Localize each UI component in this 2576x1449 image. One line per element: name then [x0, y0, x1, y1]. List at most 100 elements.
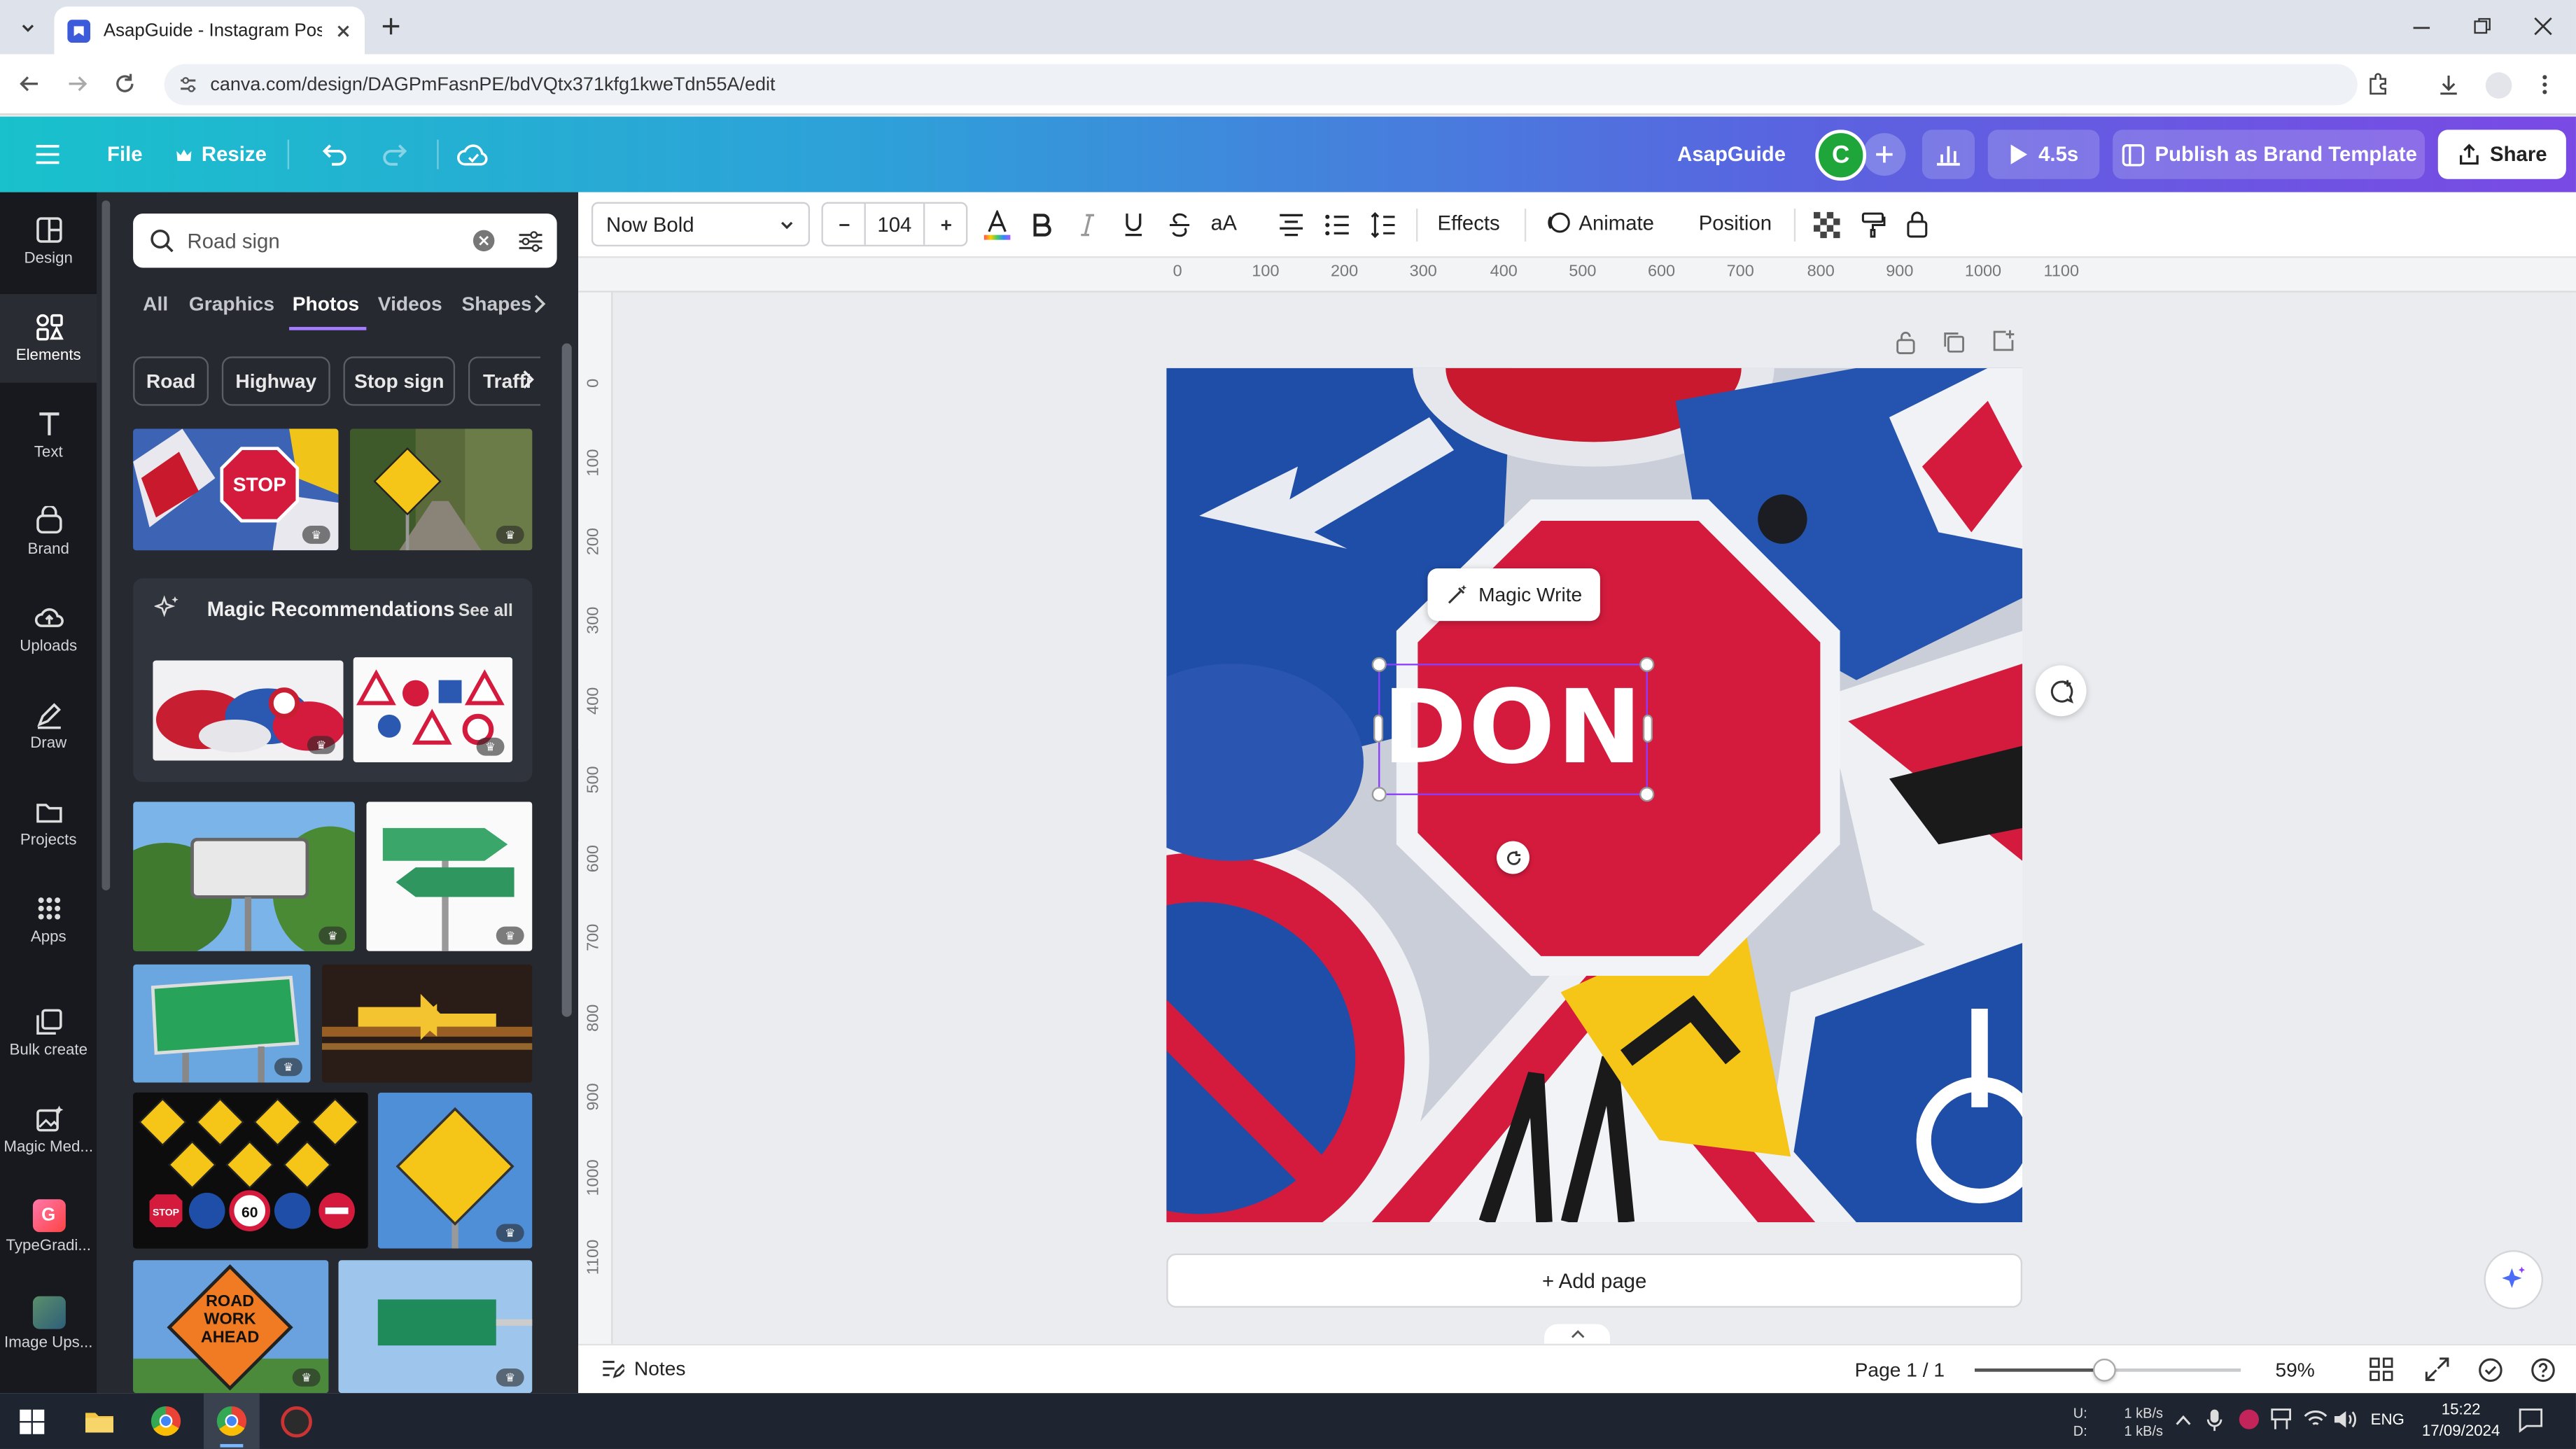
- photo-traffic-sign-set[interactable]: STOP 60: [133, 1092, 368, 1249]
- chevron-right-icon[interactable]: [532, 294, 547, 314]
- close-tab-icon[interactable]: [335, 22, 351, 38]
- chevron-right-icon[interactable]: [521, 370, 536, 389]
- rail-item-uploads[interactable]: Uploads: [0, 584, 97, 673]
- resize-handle[interactable]: [1371, 787, 1387, 802]
- rail-item-projects[interactable]: Projects: [0, 778, 97, 867]
- insights-button[interactable]: [1921, 130, 1975, 179]
- photo-green-sign-sky[interactable]: ♛: [338, 1260, 533, 1394]
- workspace-name[interactable]: AsapGuide: [1667, 130, 1795, 178]
- effects-button[interactable]: Effects: [1438, 212, 1500, 235]
- profile-avatar[interactable]: [2485, 72, 2512, 99]
- rail-item-apps[interactable]: Apps: [0, 876, 97, 965]
- windows-start-icon[interactable]: [20, 1409, 45, 1434]
- filter-tab-shapes[interactable]: Shapes: [461, 293, 531, 316]
- bold-icon[interactable]: [1032, 214, 1051, 237]
- photo-yellow-diamond-blank[interactable]: ♛: [377, 1092, 533, 1249]
- check-circle-icon[interactable]: [2477, 1357, 2504, 1384]
- scrollbar-thumb[interactable]: [561, 343, 572, 1017]
- restore-button[interactable]: [2472, 16, 2492, 36]
- photo-yellow-arrow-night[interactable]: [321, 964, 533, 1083]
- save-status-button[interactable]: [449, 130, 498, 178]
- side-handle[interactable]: [1642, 714, 1653, 743]
- lock-page-icon[interactable]: [1894, 330, 1917, 355]
- extensions-icon[interactable]: [2366, 72, 2390, 97]
- close-window-button[interactable]: [2533, 16, 2553, 36]
- resize-handle[interactable]: [1371, 657, 1387, 672]
- duplicate-page-icon[interactable]: [1942, 330, 1966, 355]
- minimize-button[interactable]: [2412, 18, 2431, 38]
- zoom-level[interactable]: 59%: [2275, 1359, 2314, 1382]
- font-size-stepper[interactable]: 104: [821, 202, 968, 247]
- wifi-icon[interactable]: [2303, 1410, 2328, 1429]
- underline-icon[interactable]: [1122, 212, 1145, 239]
- publish-brand-template-button[interactable]: Publish as Brand Template: [2113, 130, 2426, 179]
- rotate-handle[interactable]: [1497, 841, 1530, 874]
- animate-button[interactable]: Animate: [1546, 210, 1654, 234]
- clock[interactable]: 15:22 17/09/2024: [2421, 1400, 2500, 1443]
- chrome-active-taskbar-button[interactable]: [204, 1393, 260, 1449]
- avatar[interactable]: C: [1815, 130, 1867, 181]
- photo-stop-signs-pile[interactable]: STOP ♛: [133, 428, 339, 551]
- new-tab-button[interactable]: [379, 15, 402, 38]
- bulleted-list-icon[interactable]: [1324, 212, 1351, 239]
- chip-road[interactable]: Road: [133, 356, 209, 406]
- page-indicator[interactable]: Page 1 / 1: [1855, 1359, 1945, 1382]
- text-color-button[interactable]: [982, 205, 1011, 244]
- main-menu-button[interactable]: [23, 130, 72, 178]
- search-input[interactable]: Road sign: [133, 214, 557, 268]
- recorder-app-icon[interactable]: [281, 1406, 312, 1438]
- magic-write-button[interactable]: Magic Write: [1427, 568, 1600, 622]
- photo-green-direction-sign[interactable]: ♛: [366, 802, 533, 951]
- selected-text-content[interactable]: DON: [1380, 662, 1646, 794]
- rail-item-magic-media[interactable]: Magic Med...: [0, 1086, 97, 1175]
- photo-yellow-diamond-sign[interactable]: ♛: [349, 428, 533, 551]
- filter-tab-all[interactable]: All: [143, 293, 168, 316]
- rail-item-image-upscaler[interactable]: Image Ups...: [0, 1280, 97, 1368]
- clear-search-button[interactable]: [472, 230, 495, 252]
- photo-blank-road-sign-trees[interactable]: ♛: [133, 802, 355, 951]
- rail-item-elements[interactable]: Elements: [0, 294, 97, 383]
- chip-highway[interactable]: Highway: [221, 356, 330, 406]
- rail-scrollbar[interactable]: [4, 192, 111, 1394]
- grid-view-icon[interactable]: [2369, 1357, 2393, 1382]
- add-page-icon[interactable]: [1991, 328, 2015, 353]
- browser-menu-icon[interactable]: [2537, 72, 2553, 97]
- design-page[interactable]: Magic Write DON: [1166, 368, 2023, 1223]
- rail-item-typegradient[interactable]: G TypeGradi...: [0, 1183, 97, 1272]
- download-icon[interactable]: [2436, 72, 2460, 97]
- show-pages-handle[interactable]: [1544, 1324, 1610, 1344]
- lock-icon[interactable]: [1905, 210, 1928, 238]
- undo-button[interactable]: [309, 130, 358, 178]
- chrome-icon[interactable]: [150, 1406, 181, 1436]
- transparency-icon[interactable]: [1813, 211, 1840, 239]
- help-icon[interactable]: [2530, 1357, 2556, 1384]
- see-all-link[interactable]: See all: [458, 601, 513, 621]
- invite-button[interactable]: [1863, 133, 1906, 176]
- filter-tab-photos[interactable]: Photos: [293, 293, 359, 316]
- app-tray-icon[interactable]: [2239, 1409, 2259, 1429]
- projector-icon[interactable]: [2270, 1408, 2292, 1431]
- zoom-slider-knob[interactable]: [2092, 1358, 2116, 1382]
- line-spacing-icon[interactable]: [1370, 211, 1396, 239]
- selected-text-box[interactable]: DON: [1371, 657, 1655, 802]
- add-page-button[interactable]: + Add page: [1166, 1253, 2023, 1308]
- filter-tab-graphics[interactable]: Graphics: [189, 293, 274, 316]
- chevron-up-icon[interactable]: [2175, 1413, 2191, 1426]
- letter-case-icon[interactable]: aA: [1211, 210, 1237, 234]
- italic-icon[interactable]: [1078, 214, 1098, 237]
- rail-item-draw[interactable]: Draw: [0, 682, 97, 771]
- forward-arrow-icon[interactable]: [66, 72, 89, 95]
- present-button[interactable]: 4.5s: [1987, 130, 2100, 179]
- language-indicator[interactable]: ENG: [2371, 1411, 2404, 1429]
- browser-tab-active[interactable]: AsapGuide - Instagram Post: [54, 6, 365, 55]
- address-field[interactable]: canva.com/design/DAGPmFasnPE/bdVQtx371kf…: [164, 64, 2358, 106]
- notifications-icon[interactable]: [2519, 1408, 2543, 1433]
- font-size-increase-button[interactable]: [923, 204, 966, 245]
- strikethrough-icon[interactable]: [1168, 212, 1191, 239]
- file-menu-button[interactable]: File: [95, 130, 154, 178]
- position-button[interactable]: Position: [1699, 212, 1772, 235]
- font-family-dropdown[interactable]: Now Bold: [591, 202, 811, 247]
- resize-button[interactable]: Resize: [169, 130, 273, 178]
- redo-button[interactable]: [371, 130, 420, 178]
- notes-button[interactable]: Notes: [600, 1357, 686, 1380]
